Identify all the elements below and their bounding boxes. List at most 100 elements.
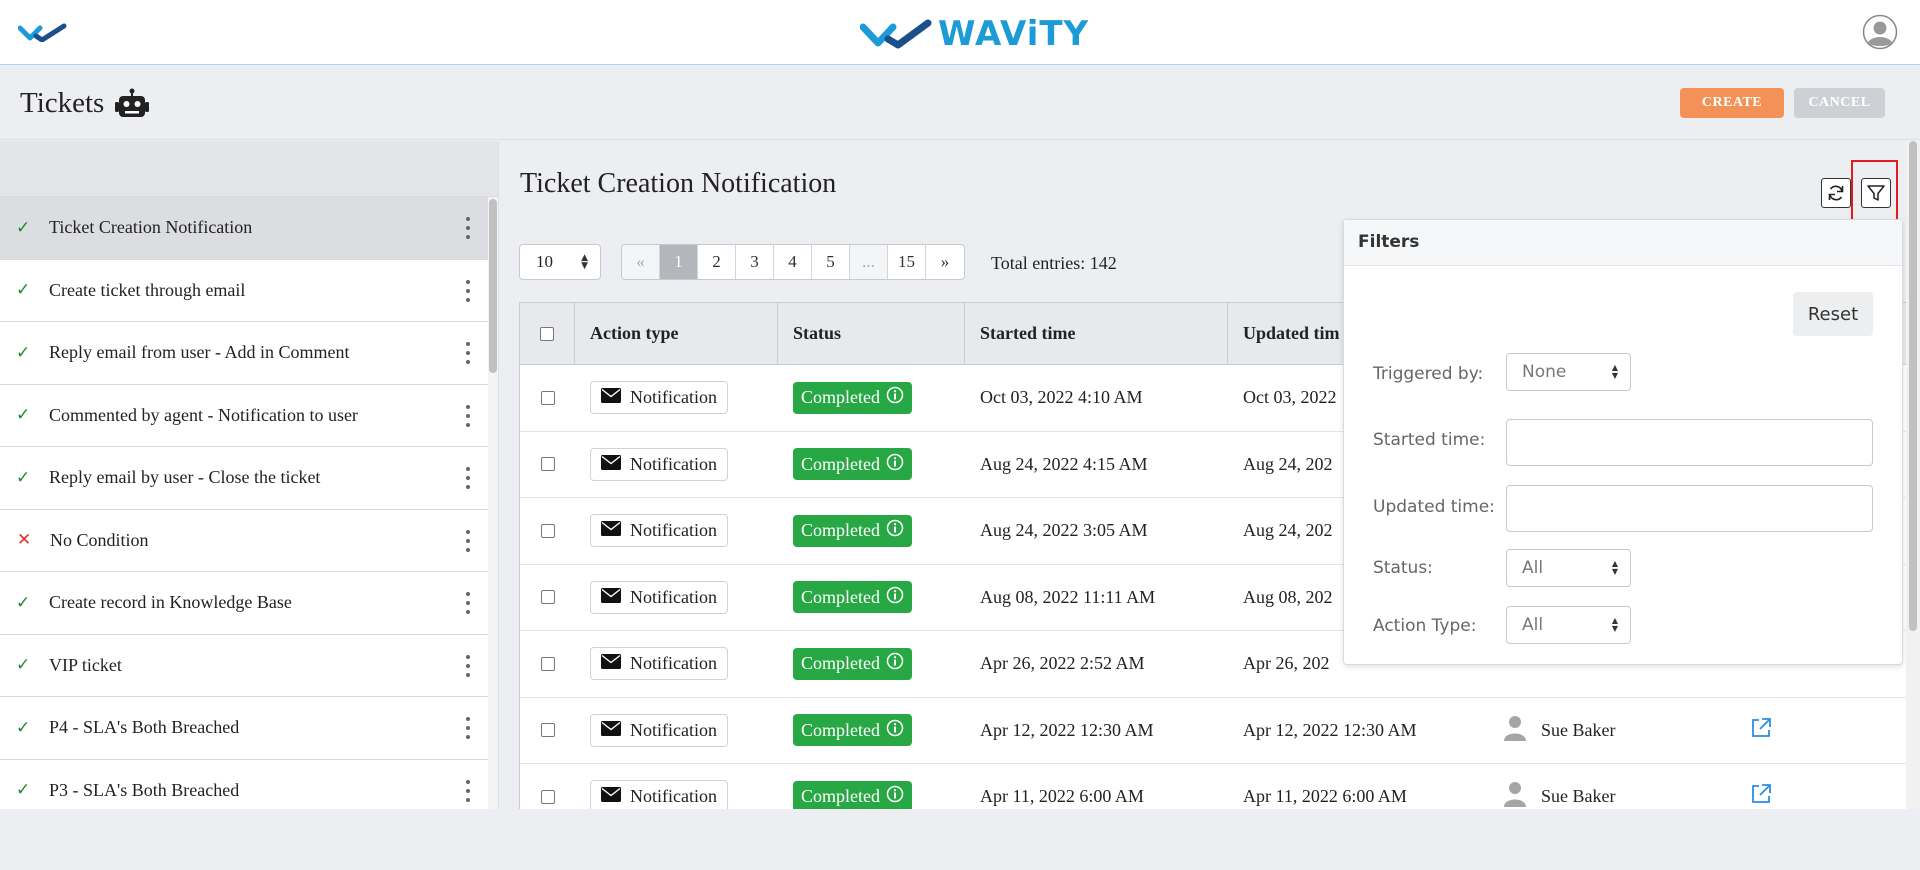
- check-icon: ✓: [16, 655, 31, 676]
- sidebar-item[interactable]: ✓ Reply email from user - Add in Comment: [0, 322, 489, 385]
- kebab-menu-icon[interactable]: [466, 467, 470, 489]
- pager-page-5[interactable]: 5: [812, 245, 850, 279]
- select-arrows-icon: ▲ ▼: [581, 253, 588, 271]
- kebab-menu-icon[interactable]: [466, 592, 470, 614]
- action-type-cell: Notification: [575, 432, 778, 498]
- row-checkbox[interactable]: [540, 457, 555, 472]
- row-checkbox[interactable]: [540, 656, 555, 671]
- info-icon[interactable]: [886, 719, 904, 742]
- updated-time-input[interactable]: [1506, 485, 1873, 532]
- sidebar-item[interactable]: ✓ Commented by agent - Notification to us…: [0, 384, 489, 447]
- reset-button[interactable]: Reset: [1793, 292, 1873, 336]
- status-text: Completed: [801, 520, 880, 541]
- row-checkbox-cell: [520, 432, 575, 498]
- action-type-cell: Notification: [575, 498, 778, 564]
- action-type-filter-select[interactable]: All ▲ ▼: [1506, 606, 1631, 644]
- row-checkbox-cell: [520, 631, 575, 697]
- sidebar-item-label: Create ticket through email: [49, 279, 246, 300]
- pager-page-2[interactable]: 2: [698, 245, 736, 279]
- check-icon: ✓: [16, 592, 31, 613]
- user-avatar-icon[interactable]: [1862, 14, 1898, 50]
- total-entries: Total entries: 142: [991, 253, 1117, 273]
- create-button[interactable]: CREATE: [1680, 88, 1784, 118]
- updated-time-label: Updated time:: [1373, 497, 1495, 517]
- info-icon[interactable]: [886, 785, 904, 808]
- info-icon[interactable]: [886, 652, 904, 675]
- external-link-icon[interactable]: [1750, 717, 1772, 744]
- sidebar-item[interactable]: ✓ P3 - SLA's Both Breached: [0, 759, 489, 809]
- status-badge: Completed: [793, 514, 912, 547]
- main-scrollbar-thumb[interactable]: [1909, 141, 1917, 631]
- action-type-cell: Notification: [575, 698, 778, 764]
- action-type-cell: Notification: [575, 565, 778, 631]
- status-filter-select[interactable]: All ▲ ▼: [1506, 549, 1631, 587]
- kebab-menu-icon[interactable]: [466, 529, 470, 552]
- page-title-text: Tickets: [20, 87, 105, 119]
- header-started-time[interactable]: Started time: [965, 303, 1228, 364]
- header-action-type[interactable]: Action type: [575, 303, 778, 364]
- sidebar-item-label: Reply email from user - Add in Comment: [49, 342, 350, 363]
- pager-page-3[interactable]: 3: [736, 245, 774, 279]
- sidebar-item[interactable]: ✓ Reply email by user - Close the ticket: [0, 447, 489, 510]
- sidebar-item[interactable]: ✓ Ticket Creation Notification: [0, 197, 489, 260]
- row-checkbox[interactable]: [540, 789, 555, 804]
- table-row[interactable]: Notification Completed Apr 12, 2022 12:30 …: [520, 698, 1918, 764]
- pager-page-15[interactable]: 15: [888, 245, 926, 279]
- pager-page-1[interactable]: 1: [660, 245, 698, 279]
- pager-page-4[interactable]: 4: [774, 245, 812, 279]
- info-icon[interactable]: [886, 453, 904, 476]
- wavity-mark-icon[interactable]: [18, 22, 68, 42]
- sidebar-item[interactable]: ✕ No Condition: [0, 509, 489, 572]
- header-status[interactable]: Status: [778, 303, 965, 364]
- kebab-menu-icon[interactable]: [466, 717, 470, 739]
- sidebar-item[interactable]: ✓ Create record in Knowledge Base: [0, 572, 489, 635]
- main-scrollbar[interactable]: [1906, 141, 1920, 809]
- envelope-icon: [601, 520, 621, 541]
- started-time-input[interactable]: [1506, 419, 1873, 466]
- row-checkbox[interactable]: [540, 590, 555, 605]
- sidebar-scrollbar-thumb[interactable]: [489, 199, 497, 373]
- header-checkbox-cell: [520, 303, 575, 364]
- sidebar-item-label: P3 - SLA's Both Breached: [49, 779, 240, 800]
- filters-panel: Filters Reset Triggered by: None ▲ ▼ Star…: [1343, 219, 1903, 665]
- envelope-icon: [601, 653, 621, 674]
- cancel-button[interactable]: CANCEL: [1794, 88, 1885, 118]
- pager-ellipsis: ...: [850, 245, 888, 279]
- started-time-cell: Aug 24, 2022 4:15 AM: [980, 453, 1148, 474]
- table-row[interactable]: Notification Completed Apr 11, 2022 6:00 A…: [520, 764, 1918, 809]
- info-icon[interactable]: [886, 586, 904, 609]
- sidebar-item[interactable]: ✓ VIP ticket: [0, 634, 489, 697]
- row-checkbox[interactable]: [540, 523, 555, 538]
- select-all-checkbox[interactable]: [540, 326, 554, 341]
- info-icon[interactable]: [886, 386, 904, 409]
- sidebar-item[interactable]: ✓ Create ticket through email: [0, 259, 489, 322]
- row-checkbox-cell: [520, 764, 575, 809]
- page-size-select[interactable]: 10 ▲ ▼: [519, 244, 601, 280]
- select-arrows-icon: ▲ ▼: [1611, 559, 1618, 576]
- check-icon: ✓: [16, 405, 31, 426]
- refresh-button[interactable]: [1821, 178, 1851, 208]
- triggered-by-select[interactable]: None ▲ ▼: [1506, 353, 1631, 391]
- sidebar-item-label: VIP ticket: [49, 654, 122, 675]
- kebab-menu-icon[interactable]: [466, 342, 470, 364]
- pager-next[interactable]: »: [926, 245, 964, 279]
- info-icon[interactable]: [886, 519, 904, 542]
- kebab-menu-icon[interactable]: [466, 654, 470, 677]
- cross-icon: ✕: [17, 530, 32, 551]
- triggered-by-label: Triggered by:: [1373, 364, 1484, 384]
- action-type-cell: Notification: [575, 365, 778, 431]
- sidebar-item[interactable]: ✓ P4 - SLA's Both Breached: [0, 697, 489, 760]
- filters-title: Filters: [1344, 220, 1902, 266]
- pager-prev[interactable]: «: [622, 245, 660, 279]
- external-link-icon[interactable]: [1750, 783, 1772, 809]
- top-bar: WAViTY: [0, 0, 1920, 65]
- kebab-menu-icon[interactable]: [466, 279, 470, 302]
- row-checkbox[interactable]: [540, 390, 555, 405]
- row-checkbox[interactable]: [540, 723, 555, 738]
- kebab-menu-icon[interactable]: [466, 404, 470, 427]
- sidebar-item-label: No Condition: [50, 529, 149, 550]
- kebab-menu-icon[interactable]: [466, 217, 470, 239]
- started-time-cell: Apr 11, 2022 6:00 AM: [980, 786, 1144, 807]
- sidebar-scrollbar[interactable]: [488, 197, 498, 809]
- kebab-menu-icon[interactable]: [466, 779, 470, 802]
